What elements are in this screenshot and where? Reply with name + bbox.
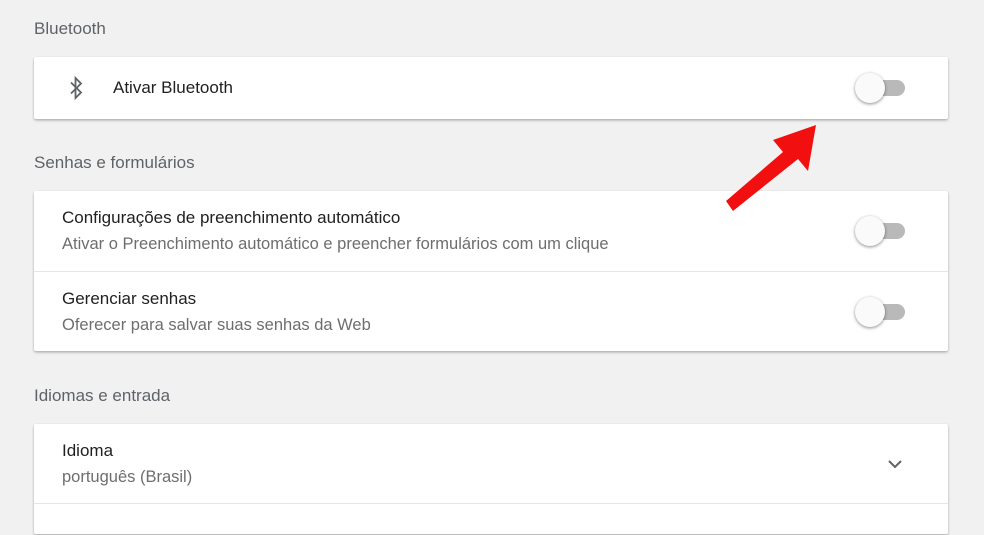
next-settings-row[interactable] [34,503,948,535]
autofill-toggle[interactable] [855,215,907,247]
section-title-passwords: Senhas e formulários [34,153,195,172]
autofill-settings-title: Configurações de preenchimento automátic… [62,208,401,227]
language-title: Idioma [62,441,114,460]
chevron-down-icon[interactable] [885,454,905,474]
manage-passwords-toggle[interactable] [855,296,907,328]
section-title-languages: Idiomas e entrada [34,386,171,405]
autofill-settings-subtitle: Ativar o Preenchimento automático e pree… [62,235,609,253]
bluetooth-toggle-label: Ativar Bluetooth [113,78,234,97]
manage-passwords-row[interactable]: Gerenciar senhas Oferecer para salvar su… [34,271,948,351]
manage-passwords-subtitle: Oferecer para salvar suas senhas da Web [62,316,371,334]
bluetooth-icon [66,75,86,101]
toggle-knob [855,216,885,246]
toggle-knob [855,73,885,103]
bluetooth-toggle[interactable] [855,72,907,104]
language-value: português (Brasil) [62,468,193,486]
language-row[interactable]: Idioma português (Brasil) [34,424,948,503]
manage-passwords-title: Gerenciar senhas [62,289,197,308]
languages-card: Idioma português (Brasil) [34,424,948,534]
section-title-bluetooth: Bluetooth [34,19,106,38]
red-arrow-icon [726,125,816,211]
toggle-knob [855,297,885,327]
